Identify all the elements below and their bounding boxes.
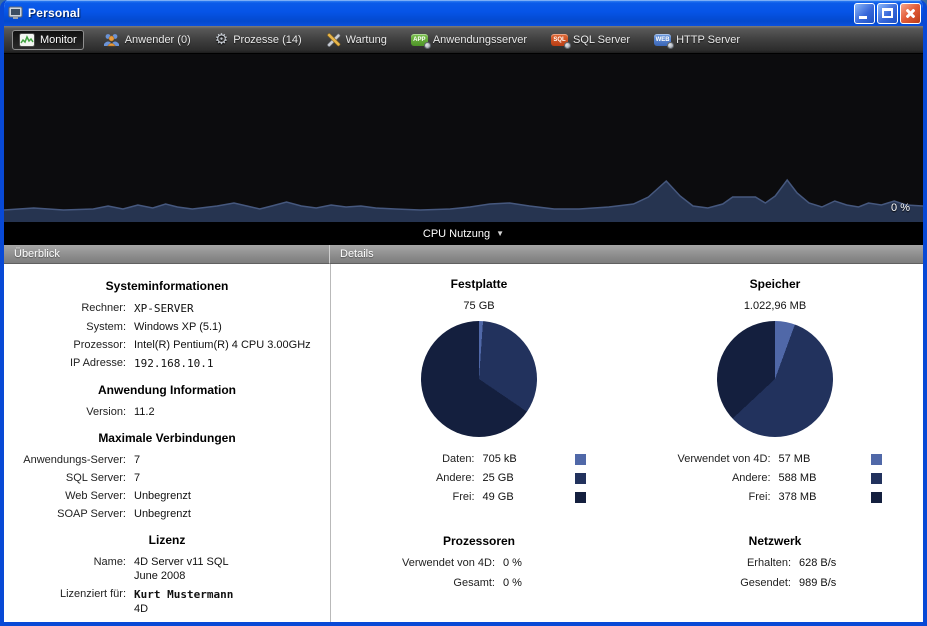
legend-row: Daten: 705 kB xyxy=(373,453,586,465)
disk-pie-chart xyxy=(421,321,537,437)
toolbar-label: Monitor xyxy=(40,34,77,46)
cpu-area-fill xyxy=(4,180,923,222)
toolbar-button-prozesse[interactable]: ⚙ Prozesse (14) xyxy=(210,29,307,50)
stat-row: Gesendet: 989 B/s xyxy=(627,577,923,589)
processor-value: Intel(R) Pentium(R) 4 CPU 3.00GHz xyxy=(134,339,311,351)
memory-title: Speicher xyxy=(627,277,923,291)
close-button[interactable] xyxy=(900,3,921,24)
cpu-current-value: 0 % xyxy=(891,202,910,214)
toolbar-button-anwender[interactable]: Anwender (0) xyxy=(98,30,196,50)
details-panel: Festplatte 75 GB Daten: 705 kB Andere: 2… xyxy=(331,264,923,622)
toolbar-label: Anwender (0) xyxy=(125,34,191,46)
maximize-icon xyxy=(882,8,893,18)
content-area: Systeminformationen Rechner: XP-SERVER S… xyxy=(4,264,923,622)
application-window: Personal Monitor Anwender (0) ⚙ xyxy=(0,0,927,626)
toolbar-button-http-server[interactable]: WEB HTTP Server xyxy=(649,31,745,49)
legend-swatch xyxy=(871,473,882,484)
legend-swatch xyxy=(871,492,882,503)
details-panel-header: Details xyxy=(330,245,923,264)
info-row: Web Server: Unbegrenzt xyxy=(4,490,330,502)
overview-panel: Systeminformationen Rechner: XP-SERVER S… xyxy=(4,264,330,622)
graph-source-selector[interactable]: CPU Nutzung ▼ xyxy=(4,222,923,245)
disk-section: Festplatte 75 GB Daten: 705 kB Andere: 2… xyxy=(331,264,627,597)
info-row: IP Adresse: 192.168.10.1 xyxy=(4,357,330,370)
info-row: System: Windows XP (5.1) xyxy=(4,321,330,333)
maximize-button[interactable] xyxy=(877,3,898,24)
legend-swatch xyxy=(575,454,586,465)
legend-swatch xyxy=(575,473,586,484)
toolbar-label: Anwendungsserver xyxy=(433,34,527,46)
version-value: 11.2 xyxy=(134,406,155,418)
disk-total: 75 GB xyxy=(331,300,627,312)
info-row: SQL Server: 7 xyxy=(4,472,330,484)
toolbar-button-wartung[interactable]: Wartung xyxy=(321,30,392,50)
legend-row: Andere: 25 GB xyxy=(373,472,586,484)
legend-row: Frei: 49 GB xyxy=(373,491,586,503)
web-server-icon: WEB xyxy=(654,34,671,46)
toolbar-label: SQL Server xyxy=(573,34,630,46)
gear-icon: ⚙ xyxy=(215,32,228,47)
disk-title: Festplatte xyxy=(331,277,627,291)
application-icon xyxy=(8,5,24,21)
graph-source-label: CPU Nutzung xyxy=(423,228,490,240)
title-bar: Personal xyxy=(0,0,927,26)
panel-headers: Überblick Details xyxy=(4,245,923,264)
system-value: Windows XP (5.1) xyxy=(134,321,222,333)
licensed-to-value: Kurt Mustermann4D xyxy=(134,588,233,615)
section-title-lizenz: Lizenz xyxy=(4,533,330,547)
memory-total: 1.022,96 MB xyxy=(627,300,923,312)
chevron-down-icon: ▼ xyxy=(496,229,504,238)
info-row: SOAP Server: Unbegrenzt xyxy=(4,508,330,520)
info-row: Prozessor: Intel(R) Pentium(R) 4 CPU 3.0… xyxy=(4,339,330,351)
network-title: Netzwerk xyxy=(627,534,923,548)
toolbar-label: Prozesse (14) xyxy=(233,34,301,46)
info-row: Anwendungs-Server: 7 xyxy=(4,454,330,466)
users-icon xyxy=(103,33,120,47)
stat-row: Erhalten: 628 B/s xyxy=(627,557,923,569)
overview-panel-header: Überblick xyxy=(4,245,330,264)
memory-section: Speicher 1.022,96 MB Verwendet von 4D: 5… xyxy=(627,264,923,597)
legend-row: Frei: 378 MB xyxy=(669,491,882,503)
section-title-systeminformationen: Systeminformationen xyxy=(4,279,330,293)
app-server-icon: APP xyxy=(411,34,428,46)
window-title: Personal xyxy=(28,6,854,20)
toolbar-label: Wartung xyxy=(346,34,387,46)
legend-row: Andere: 588 MB xyxy=(669,472,882,484)
cpu-usage-graph: 0 % xyxy=(4,54,923,222)
computer-name-value: XP-SERVER xyxy=(134,302,194,315)
toolbar-label: HTTP Server xyxy=(676,34,740,46)
license-name-value: 4D Server v11 SQLJune 2008 xyxy=(134,556,229,582)
toolbar-button-anwendungsserver[interactable]: APP Anwendungsserver xyxy=(406,31,532,49)
legend-swatch xyxy=(871,454,882,465)
legend-swatch xyxy=(575,492,586,503)
cpu-usage-area-chart xyxy=(4,155,923,222)
toolbar: Monitor Anwender (0) ⚙ Prozesse (14) War… xyxy=(4,26,923,54)
status-dot xyxy=(564,42,571,49)
toolbar-button-sql-server[interactable]: SQL SQL Server xyxy=(546,31,635,49)
ip-address-value: 192.168.10.1 xyxy=(134,357,213,370)
status-dot xyxy=(424,42,431,49)
sql-server-icon: SQL xyxy=(551,34,568,46)
status-dot xyxy=(667,42,674,49)
section-title-maximale-verbindungen: Maximale Verbindungen xyxy=(4,431,330,445)
disk-legend: Daten: 705 kB Andere: 25 GB Frei: 49 GB xyxy=(373,453,586,510)
minimize-icon xyxy=(859,16,867,19)
info-row: Rechner: XP-SERVER xyxy=(4,302,330,315)
memory-legend: Verwendet von 4D: 57 MB Andere: 588 MB F… xyxy=(669,453,882,510)
stat-row: Gesamt: 0 % xyxy=(331,577,627,589)
info-row: Lizenziert für: Kurt Mustermann4D xyxy=(4,588,330,615)
memory-pie-chart xyxy=(717,321,833,437)
section-title-anwendung-information: Anwendung Information xyxy=(4,383,330,397)
processors-title: Prozessoren xyxy=(331,534,627,548)
info-row: Name: 4D Server v11 SQLJune 2008 xyxy=(4,556,330,582)
tools-icon xyxy=(326,33,341,47)
window-controls xyxy=(854,3,921,24)
info-row: Version: 11.2 xyxy=(4,406,330,418)
legend-row: Verwendet von 4D: 57 MB xyxy=(669,453,882,465)
toolbar-button-monitor[interactable]: Monitor xyxy=(12,30,84,50)
minimize-button[interactable] xyxy=(854,3,875,24)
stat-row: Verwendet von 4D: 0 % xyxy=(331,557,627,569)
monitor-icon xyxy=(19,33,35,47)
